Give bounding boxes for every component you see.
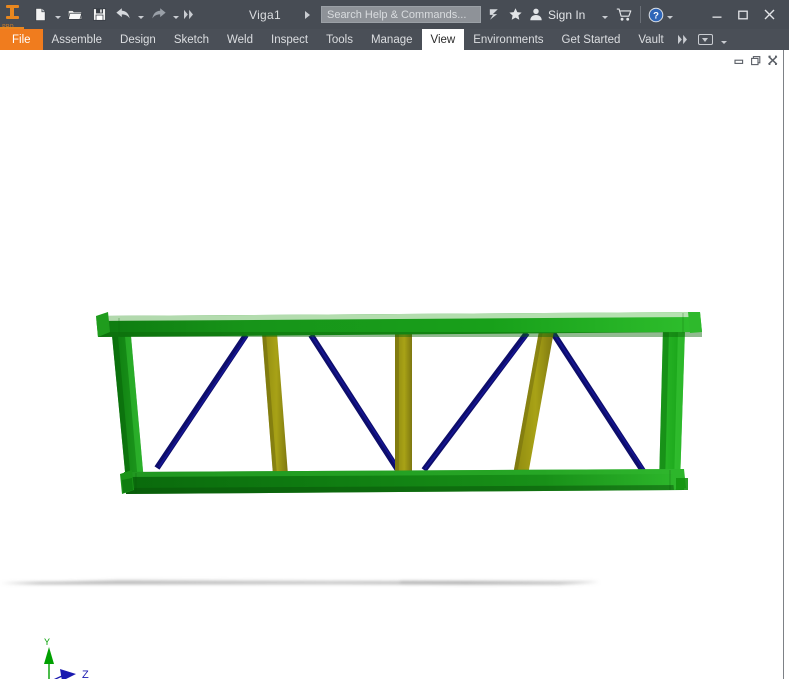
diagonal-1: [154, 333, 249, 470]
truss-bottom-chord: [120, 469, 686, 494]
new-document-dropdown-icon[interactable]: [52, 4, 63, 26]
toolbar-separator: [640, 6, 642, 23]
document-restore-button[interactable]: [747, 53, 764, 68]
ribbon-overflow-icon[interactable]: [673, 29, 694, 50]
close-window-button[interactable]: [756, 4, 782, 26]
sign-in-avatar-icon[interactable]: [529, 0, 543, 29]
document-title: Viga1: [249, 7, 281, 22]
truss-beam-model[interactable]: Y Z X: [0, 50, 783, 679]
truss-left-end-post: [111, 325, 144, 482]
redo-icon[interactable]: [147, 4, 169, 26]
quick-access-toolbar: [28, 0, 197, 29]
document-title-arrow-icon[interactable]: [303, 4, 313, 26]
search-input[interactable]: Search Help & Commands...: [320, 6, 481, 23]
window-controls: [704, 0, 789, 29]
ribbon-tab-vault[interactable]: Vault: [629, 29, 672, 50]
y-axis-arrow-icon: [44, 647, 54, 664]
model-svg: Y Z X: [0, 312, 702, 679]
undo-dropdown-icon[interactable]: [135, 4, 146, 26]
sign-in-dropdown-icon[interactable]: [599, 4, 610, 26]
ribbon-tab-design[interactable]: Design: [111, 29, 165, 50]
save-document-icon[interactable]: [88, 4, 110, 26]
search-placeholder: Search Help & Commands...: [326, 8, 467, 21]
ribbon-tab-bar: File Assemble Design Sketch Weld Inspect…: [0, 29, 789, 50]
ribbon-tab-manage[interactable]: Manage: [362, 29, 422, 50]
ribbon-tab-assemble[interactable]: Assemble: [43, 29, 112, 50]
graphics-viewport[interactable]: Y Z X: [0, 50, 783, 679]
maximize-window-button[interactable]: [730, 4, 756, 26]
help-dropdown-icon[interactable]: [664, 4, 675, 26]
ribbon-tab-weld[interactable]: Weld: [218, 29, 262, 50]
favorites-star-icon[interactable]: [508, 0, 523, 29]
ground-shadow: [0, 580, 600, 585]
ribbon-display-options-dropdown-icon[interactable]: [719, 29, 730, 51]
z-axis-label: Z: [82, 669, 89, 679]
redo-dropdown-icon[interactable]: [170, 4, 181, 26]
truss-top-chord: [96, 312, 702, 337]
ribbon-tab-inspect[interactable]: Inspect: [262, 29, 317, 50]
ribbon-display-options-icon[interactable]: [694, 29, 717, 50]
document-window-controls: [730, 53, 781, 68]
ribbon-tab-sketch[interactable]: Sketch: [165, 29, 218, 50]
ribbon-tab-view[interactable]: View: [421, 29, 465, 50]
viewport-right-border: [783, 50, 784, 679]
qat-more-commands-icon[interactable]: [181, 4, 197, 26]
inventor-application-window: PRO: [0, 0, 789, 679]
ribbon-tab-get-started[interactable]: Get Started: [553, 29, 630, 50]
document-minimize-button[interactable]: [730, 53, 747, 68]
inventor-logo-icon[interactable]: PRO: [0, 0, 24, 30]
document-close-button[interactable]: [764, 53, 781, 68]
truss-right-end-post: [659, 329, 685, 484]
new-document-icon[interactable]: [29, 4, 51, 26]
view-axis-triad[interactable]: Y Z X: [44, 637, 89, 679]
y-axis-label: Y: [44, 637, 50, 647]
svg-text:?: ?: [653, 10, 659, 21]
title-bar: PRO: [0, 0, 789, 30]
undo-icon[interactable]: [112, 4, 134, 26]
top-chord-right-cap: [688, 312, 702, 333]
help-icon[interactable]: ?: [648, 0, 664, 29]
ribbon-tab-environments[interactable]: Environments: [464, 29, 552, 50]
open-document-icon[interactable]: [64, 4, 86, 26]
sign-in-label[interactable]: Sign In: [548, 8, 585, 22]
ribbon-tab-file[interactable]: File: [0, 29, 43, 50]
minimize-window-button[interactable]: [704, 4, 730, 26]
shopping-cart-icon[interactable]: [616, 0, 633, 29]
z-axis-arrow-icon: [60, 669, 76, 679]
truss-main-body: [96, 312, 702, 494]
ribbon-tab-tools[interactable]: Tools: [317, 29, 362, 50]
autodesk-360-icon[interactable]: [487, 0, 502, 29]
